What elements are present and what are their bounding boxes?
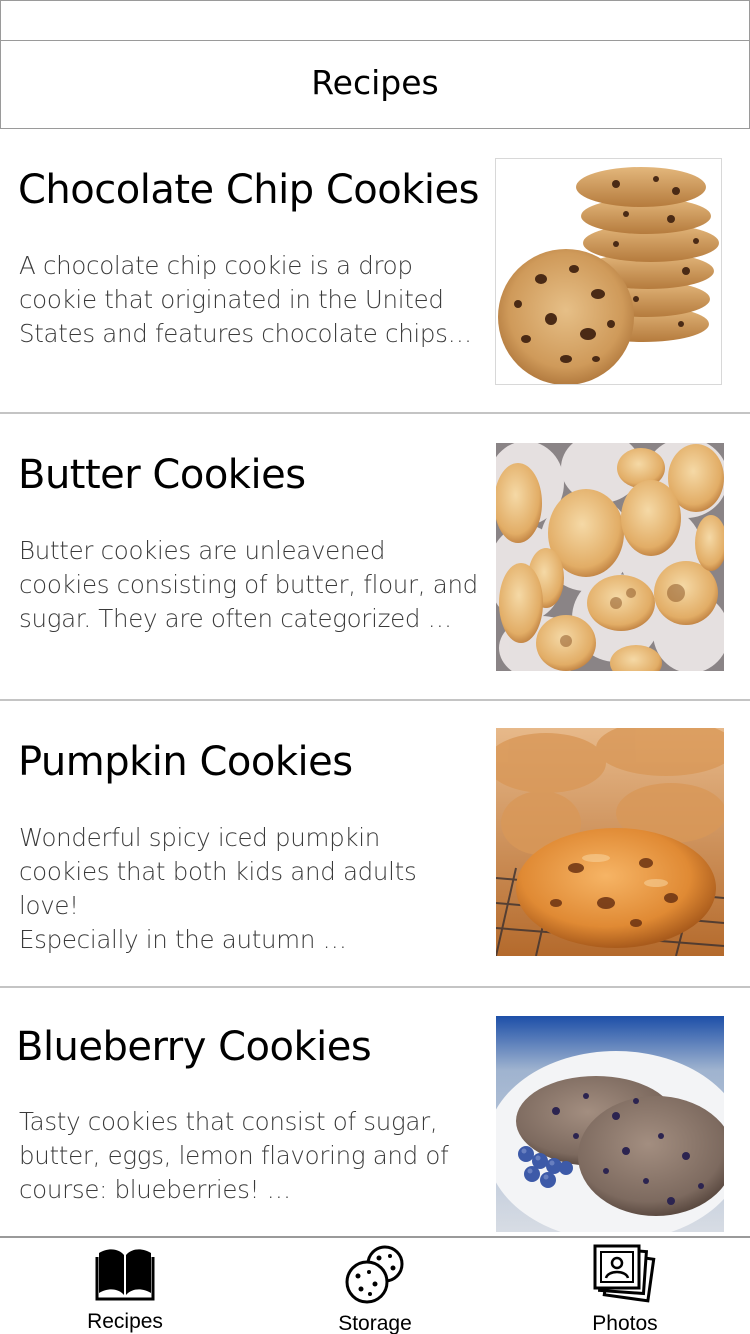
description-line: A chocolate chip cookie is a drop (19, 251, 413, 280)
tab-storage[interactable]: Storage (250, 1238, 500, 1334)
tab-label: Storage (338, 1312, 412, 1334)
recipe-row-chocolate-chip[interactable]: Chocolate Chip Cookies A chocolate chip … (0, 129, 750, 414)
recipe-title: Blueberry Cookies (16, 1024, 372, 1070)
recipe-title: Chocolate Chip Cookies (18, 167, 479, 213)
description-line: Butter cookies are unleavened (19, 536, 386, 565)
description-line: Wonderful spicy iced pumpkin (19, 823, 380, 852)
tab-label: Photos (592, 1312, 658, 1334)
description-line: sugar. They are often categorized … (19, 604, 452, 633)
status-bar (0, 0, 750, 41)
photos-icon (593, 1244, 657, 1304)
description-line: States and features chocolate chips… (19, 319, 472, 348)
description-line: cookies that both kids and adults love! (19, 857, 417, 920)
description-line: cookies consisting of butter, flour, and (19, 570, 478, 599)
cookies-icon (343, 1244, 407, 1304)
book-icon (93, 1244, 157, 1302)
recipe-title: Butter Cookies (18, 452, 306, 498)
recipe-description: Wonderful spicy iced pumpkin cookies tha… (19, 821, 479, 957)
recipe-title: Pumpkin Cookies (18, 739, 353, 785)
description-line: butter, eggs, lemon flavoring and of (19, 1141, 449, 1170)
description-line: Especially in the autumn … (19, 925, 347, 954)
tab-bar: Recipes Storage Photos (0, 1236, 750, 1334)
recipe-row-pumpkin[interactable]: Pumpkin Cookies Wonderful spicy iced pum… (0, 701, 750, 988)
tab-label: Recipes (87, 1310, 163, 1333)
description-line: course: blueberries! … (19, 1175, 291, 1204)
recipe-row-blueberry[interactable]: Blueberry Cookies Tasty cookies that con… (0, 988, 750, 1237)
recipe-row-butter[interactable]: Butter Cookies Butter cookies are unleav… (0, 414, 750, 701)
description-line: cookie that originated in the United (19, 285, 444, 314)
recipe-list[interactable]: Chocolate Chip Cookies A chocolate chip … (0, 129, 750, 1237)
recipe-image-blueberry (496, 1016, 724, 1232)
navigation-bar: Recipes (0, 40, 750, 129)
description-line: Tasty cookies that consist of sugar, (19, 1107, 438, 1136)
recipe-description: A chocolate chip cookie is a drop cookie… (19, 249, 479, 351)
tab-photos[interactable]: Photos (500, 1238, 750, 1334)
tab-recipes[interactable]: Recipes (0, 1238, 250, 1334)
recipe-description: Tasty cookies that consist of sugar, but… (19, 1105, 479, 1207)
recipe-image-chocolate-chip (495, 158, 722, 385)
page-title: Recipes (311, 63, 439, 102)
recipe-image-pumpkin (496, 728, 724, 956)
recipe-image-butter (496, 443, 724, 671)
recipe-description: Butter cookies are unleavened cookies co… (19, 534, 479, 636)
